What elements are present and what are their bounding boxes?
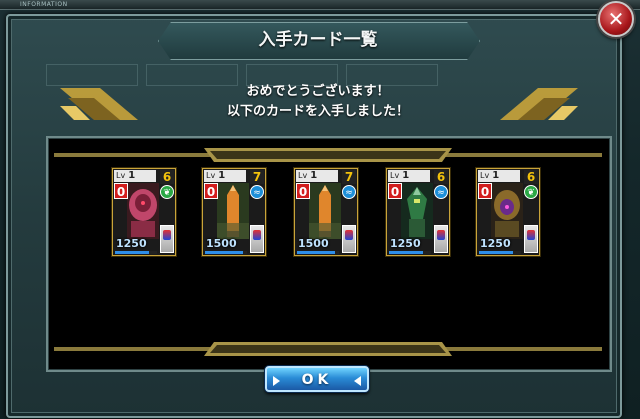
right-wing-ornament — [500, 88, 578, 120]
hp-bar — [115, 251, 157, 254]
message-line-1: おめでとうございます！ — [246, 84, 390, 99]
card-attack: 0 — [296, 183, 310, 199]
top-rail-ornament — [54, 148, 602, 162]
card-level: Lv 1 — [204, 170, 246, 182]
bottom-rail-ornament — [54, 342, 602, 356]
triangle-arrow-icon — [273, 376, 280, 386]
hp-bar — [297, 251, 339, 254]
card-level: Lv 1 — [296, 170, 338, 182]
acquired-card[interactable]: Lv 1 6 0 ≈ 1250 — [386, 168, 450, 256]
message-line-2: 以下のカードを入手しました！ — [226, 104, 409, 119]
wave-icon: ≈ — [250, 185, 264, 199]
ok-button-label: OK — [301, 372, 333, 388]
card-attack: 0 — [114, 183, 128, 199]
rarity-badge — [434, 225, 448, 253]
hp-bar — [479, 251, 521, 254]
card-hp: 1500 — [206, 237, 237, 250]
card-hp: 1250 — [116, 237, 147, 250]
card-cost: 6 — [524, 170, 538, 184]
wave-icon: ≈ — [342, 185, 356, 199]
dialog-title: 入手カード一覧 — [258, 30, 378, 50]
info-label: INFORMATION — [20, 1, 68, 8]
rarity-badge — [160, 225, 174, 253]
card-attack: 0 — [204, 183, 218, 199]
rarity-badge — [524, 225, 538, 253]
rarity-badge — [342, 225, 356, 253]
card-art-green-suit — [401, 183, 433, 239]
card-art-missile — [309, 183, 341, 239]
ok-button[interactable]: OK — [265, 366, 369, 392]
card-art-pink-suit — [127, 183, 159, 239]
card-art-missile — [217, 183, 249, 239]
acquired-card[interactable]: Lv 1 7 0 ≈ 1500 — [294, 168, 358, 256]
card-cost: 7 — [250, 170, 264, 184]
card-cost: 7 — [342, 170, 356, 184]
info-bar: INFORMATION — [0, 0, 640, 10]
card-list-panel: Lv 1 6 0 ❦ 1250 Lv 1 7 0 ≈ 1500 Lv 1 7 0… — [46, 136, 612, 372]
card-cost: 6 — [434, 170, 448, 184]
close-button[interactable]: ✕ — [598, 1, 634, 37]
triangle-arrow-icon — [354, 376, 361, 386]
acquired-card[interactable]: Lv 1 6 0 ❦ 1250 — [112, 168, 176, 256]
card-hp: 1250 — [480, 237, 511, 250]
card-level: Lv 1 — [478, 170, 520, 182]
result-message: おめでとうございます！ 以下のカードを入手しました！ — [168, 82, 468, 122]
rarity-badge — [250, 225, 264, 253]
acquired-card[interactable]: Lv 1 6 0 ❦ 1250 — [476, 168, 540, 256]
card-art-purple-suit — [491, 183, 523, 239]
left-wing-ornament — [60, 88, 138, 120]
leaf-icon: ❦ — [524, 185, 538, 199]
card-attack: 0 — [478, 183, 492, 199]
hp-bar — [205, 251, 247, 254]
wave-icon: ≈ — [434, 185, 448, 199]
acquired-card[interactable]: Lv 1 7 0 ≈ 1500 — [202, 168, 266, 256]
card-attack: 0 — [388, 183, 402, 199]
card-cost: 6 — [160, 170, 174, 184]
close-icon: ✕ — [607, 7, 625, 31]
card-hp: 1250 — [390, 237, 421, 250]
card-level: Lv 1 — [388, 170, 430, 182]
card-hp: 1500 — [298, 237, 329, 250]
hp-bar — [389, 251, 431, 254]
card-level: Lv 1 — [114, 170, 156, 182]
leaf-icon: ❦ — [160, 185, 174, 199]
card-acquired-dialog: 入手カード一覧 おめでとうございます！ 以下のカードを入手しました！ Lv 1 … — [6, 14, 622, 418]
